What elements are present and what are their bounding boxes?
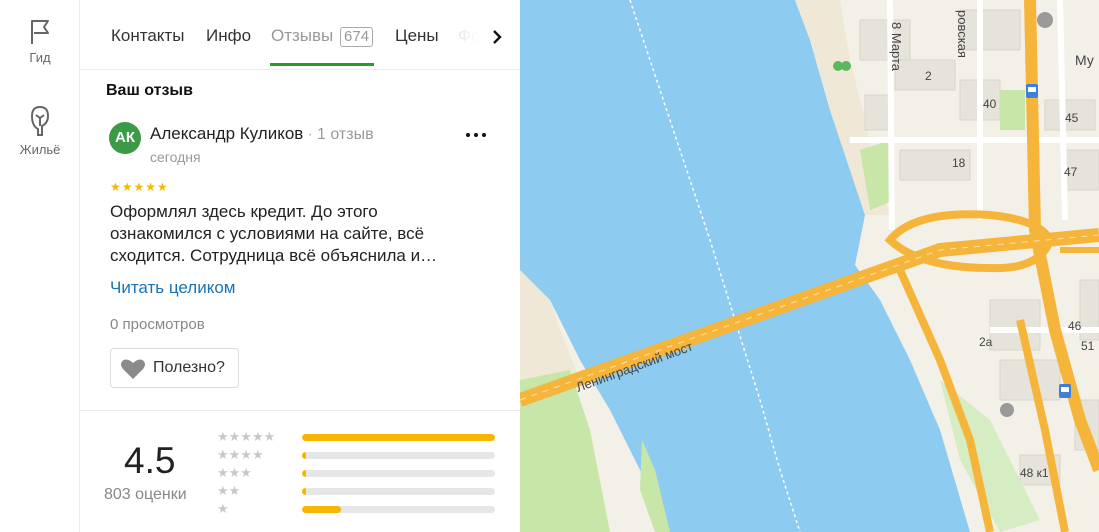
building-45: 45 <box>1065 111 1079 125</box>
street-label-march: 8 Марта <box>889 22 904 72</box>
tab-reviews-label: Отзывы <box>271 26 334 45</box>
distribution-bar-2 <box>302 488 495 495</box>
rail-item-guide-label: Гид <box>29 50 51 65</box>
building-46: 46 <box>1068 319 1082 333</box>
more-dots-icon <box>466 133 486 137</box>
tab-reviews-count: 674 <box>340 27 374 47</box>
building-40: 40 <box>983 97 997 111</box>
building-48k1: 48 к1 <box>1020 466 1049 480</box>
distribution-stars-2: ★★ <box>217 483 241 498</box>
building-51: 51 <box>1081 339 1095 353</box>
rail-item-housing[interactable]: Жильё <box>0 104 80 157</box>
review-date: сегодня <box>150 149 201 165</box>
distribution-bar-5 <box>302 434 495 441</box>
left-rail: Гид Жильё <box>0 0 80 532</box>
park-2 <box>1000 90 1025 130</box>
more-options-button[interactable] <box>462 124 490 148</box>
rail-item-guide[interactable]: Гид <box>0 18 80 65</box>
chevron-right-icon <box>493 30 502 44</box>
avatar[interactable]: АК <box>109 122 141 154</box>
rail-item-housing-label: Жильё <box>19 142 61 157</box>
distribution-stars-1: ★ <box>217 501 229 516</box>
distribution-bar-3 <box>302 470 495 477</box>
separator-dot: · <box>307 124 314 143</box>
building-poi-icon[interactable] <box>1000 403 1014 417</box>
rating-count: 803 оценки <box>104 486 187 503</box>
useful-button-label: Полезно? <box>153 359 225 376</box>
tabs-fade <box>450 20 480 56</box>
distribution-fill-3 <box>302 470 306 477</box>
your-review-title: Ваш отзыв <box>106 82 193 99</box>
distribution-bar-1 <box>302 506 495 513</box>
useful-button[interactable]: Полезно? <box>110 348 239 388</box>
distribution-stars-5: ★★★★★ <box>217 429 276 444</box>
review-views: 0 просмотров <box>110 316 205 333</box>
building-2: 2 <box>925 69 932 83</box>
tab-info[interactable]: Инфо <box>206 26 251 46</box>
building-2a: 2а <box>979 335 993 349</box>
author-name[interactable]: Александр Куликов <box>150 124 303 143</box>
map[interactable]: Ленинградский мост 8 Марта ровская Му 2 … <box>520 0 1099 532</box>
rating-value: 4.5 <box>124 440 176 481</box>
tab-contacts[interactable]: Контакты <box>111 26 184 46</box>
building-18: 18 <box>952 156 966 170</box>
building-47: 47 <box>1064 165 1078 179</box>
author-review-count: 1 отзыв <box>317 126 374 143</box>
active-tab-indicator <box>270 63 374 66</box>
tabs-next-button[interactable] <box>484 22 510 52</box>
read-more-link[interactable]: Читать целиком <box>110 278 236 298</box>
heart-icon <box>121 359 145 379</box>
review-stars: ★★★★★ <box>110 180 169 194</box>
building-poi-icon[interactable] <box>1037 12 1053 28</box>
street-label-partial: ровская <box>955 10 970 58</box>
distribution-fill-1 <box>302 506 341 513</box>
house-icon <box>30 105 50 136</box>
distribution-fill-2 <box>302 488 306 495</box>
review-text: Оформлял здесь кредит. До этого ознакоми… <box>110 202 438 265</box>
org-panel: Контакты Инфо Отзывы 674 Цены Фо Ваш отз… <box>80 0 520 532</box>
distribution-fill-4 <box>302 452 306 459</box>
tab-reviews[interactable]: Отзывы 674 <box>271 26 374 47</box>
distribution-stars-3: ★★★ <box>217 465 252 480</box>
bus-stop-icon[interactable] <box>1026 84 1038 98</box>
map-canvas[interactable]: Ленинградский мост 8 Марта ровская Му 2 … <box>520 0 1099 532</box>
label-mu: Му <box>1075 52 1094 68</box>
bus-stop-icon[interactable] <box>1059 384 1071 398</box>
distribution-fill-5 <box>302 434 495 441</box>
tab-prices[interactable]: Цены <box>395 26 439 46</box>
review-author[interactable]: Александр Куликов · 1 отзыв <box>150 124 374 144</box>
distribution-stars-4: ★★★★ <box>217 447 264 462</box>
tabs-bar: Контакты Инфо Отзывы 674 Цены Фо <box>80 0 520 70</box>
flag-icon <box>31 20 49 44</box>
divider <box>80 410 520 411</box>
distribution-bar-4 <box>302 452 495 459</box>
